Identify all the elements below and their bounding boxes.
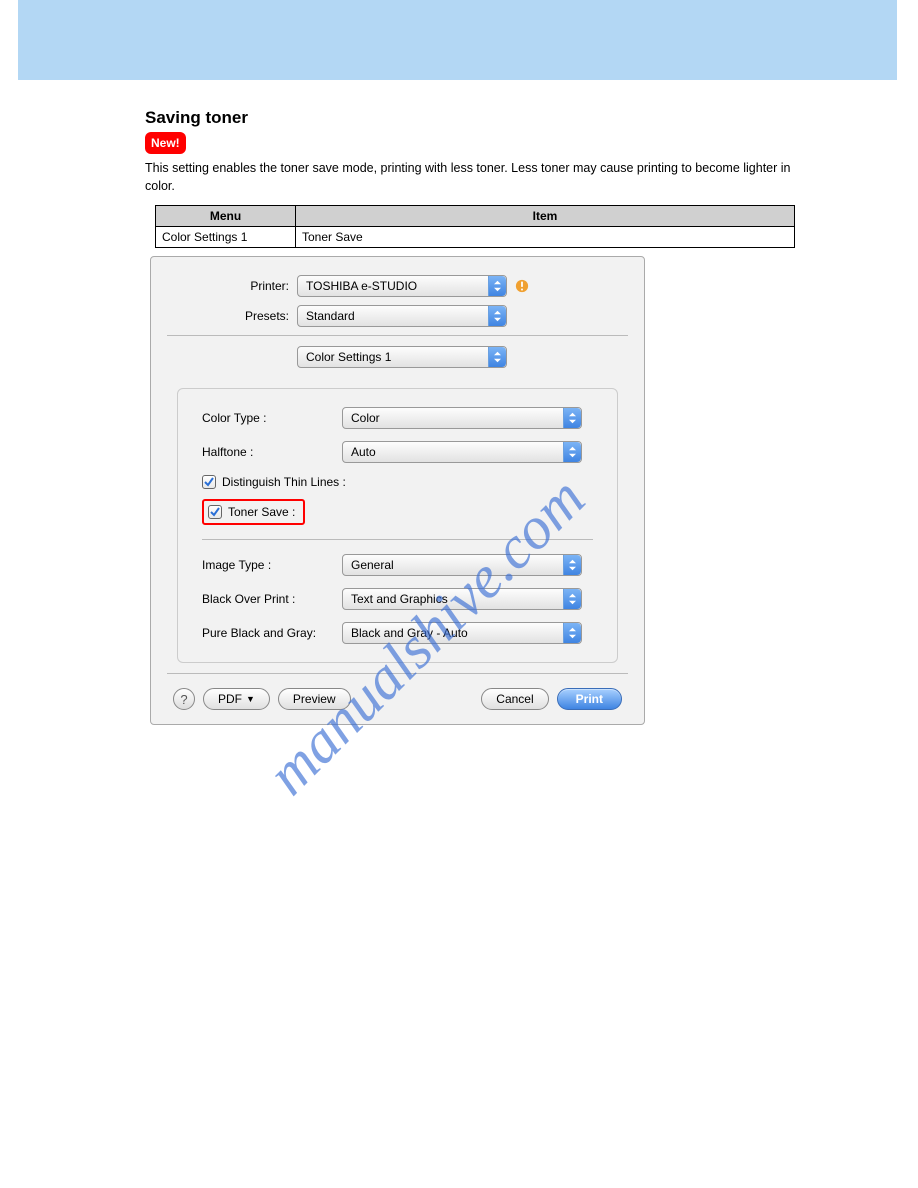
table-header-menu: Menu [156, 206, 296, 227]
halftone-select[interactable]: Auto [342, 441, 582, 463]
pdf-button-label: PDF [218, 692, 242, 706]
toner-save-label: Toner Save : [228, 505, 295, 519]
table-row: Color Settings 1 Toner Save [156, 227, 795, 248]
checkbox-icon [202, 475, 216, 489]
presets-value: Standard [298, 309, 488, 323]
pane-select[interactable]: Color Settings 1 [297, 346, 507, 368]
color-type-label: Color Type : [202, 411, 342, 425]
presets-label: Presets: [167, 309, 297, 323]
dropdown-arrows-icon [563, 589, 581, 609]
preview-button-label: Preview [293, 692, 336, 706]
image-type-value: General [343, 558, 563, 572]
image-type-label: Image Type : [202, 558, 342, 572]
divider [167, 673, 628, 674]
printer-value: TOSHIBA e-STUDIO [298, 279, 488, 293]
pure-black-gray-label: Pure Black and Gray: [202, 626, 342, 640]
print-dialog: Printer: TOSHIBA e-STUDIO Presets: Stand… [150, 256, 645, 725]
settings-table: Menu Item Color Settings 1 Toner Save [155, 205, 795, 248]
dropdown-arrows-icon [488, 347, 506, 367]
distinguish-label: Distinguish Thin Lines : [222, 475, 346, 489]
dialog-button-row: ? PDF ▼ Preview Cancel Print [167, 684, 628, 712]
cancel-button[interactable]: Cancel [481, 688, 548, 710]
color-settings-panel: Color Type : Color Halftone : Auto [177, 388, 618, 663]
page-content: Saving toner New! This setting enables t… [145, 108, 800, 725]
print-button-label: Print [576, 692, 603, 706]
pane-value: Color Settings 1 [298, 350, 488, 364]
divider [167, 335, 628, 336]
printer-select[interactable]: TOSHIBA e-STUDIO [297, 275, 507, 297]
pure-black-gray-select[interactable]: Black and Gray - Auto [342, 622, 582, 644]
section-description: This setting enables the toner save mode… [145, 160, 800, 195]
toner-save-highlight: Toner Save : [202, 499, 305, 525]
preview-button[interactable]: Preview [278, 688, 351, 710]
presets-select[interactable]: Standard [297, 305, 507, 327]
black-over-print-select[interactable]: Text and Graphics [342, 588, 582, 610]
new-badge: New! [145, 132, 186, 154]
dropdown-arrows-icon [563, 623, 581, 643]
header-bar [18, 0, 897, 80]
warning-icon [515, 279, 529, 293]
table-cell-menu: Color Settings 1 [156, 227, 296, 248]
color-type-select[interactable]: Color [342, 407, 582, 429]
image-type-select[interactable]: General [342, 554, 582, 576]
distinguish-thin-lines-checkbox[interactable]: Distinguish Thin Lines : [202, 475, 593, 489]
black-over-print-label: Black Over Print : [202, 592, 342, 606]
dropdown-arrows-icon [563, 408, 581, 428]
printer-label: Printer: [167, 279, 297, 293]
pure-black-gray-value: Black and Gray - Auto [343, 626, 563, 640]
table-header-item: Item [296, 206, 795, 227]
black-over-print-value: Text and Graphics [343, 592, 563, 606]
halftone-value: Auto [343, 445, 563, 459]
triangle-down-icon: ▼ [246, 694, 255, 704]
toner-save-checkbox[interactable]: Toner Save : [208, 505, 295, 519]
dropdown-arrows-icon [563, 442, 581, 462]
section-heading: Saving toner [145, 108, 800, 128]
color-type-value: Color [343, 411, 563, 425]
dropdown-arrows-icon [488, 276, 506, 296]
table-cell-item: Toner Save [296, 227, 795, 248]
dropdown-arrows-icon [488, 306, 506, 326]
halftone-label: Halftone : [202, 445, 342, 459]
pdf-button[interactable]: PDF ▼ [203, 688, 270, 710]
help-button[interactable]: ? [173, 688, 195, 710]
print-button[interactable]: Print [557, 688, 622, 710]
cancel-button-label: Cancel [496, 692, 533, 706]
checkbox-icon [208, 505, 222, 519]
dropdown-arrows-icon [563, 555, 581, 575]
panel-divider [202, 539, 593, 540]
